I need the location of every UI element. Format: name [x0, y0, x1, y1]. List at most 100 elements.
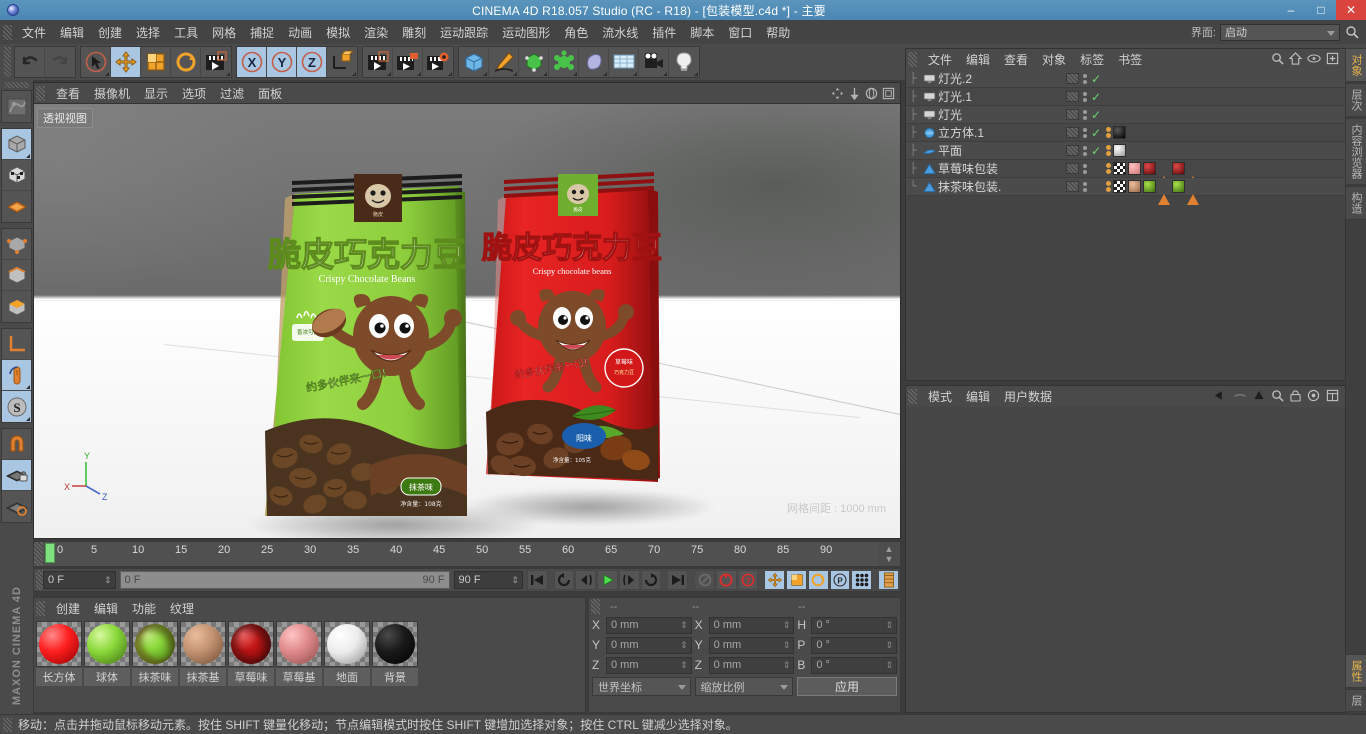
current-frame-field[interactable]: 0 F ⇕ [43, 571, 116, 589]
preview-range-bar[interactable]: 0 F 90 F [119, 571, 450, 589]
viewport-canvas[interactable]: 透视视图 脆皮 脆皮巧克力豆 Crispy Chocolate Beans 香浓… [34, 104, 900, 538]
object-visibility-dots[interactable]: ✓ [1066, 108, 1101, 122]
record-active-objects-button[interactable] [694, 570, 715, 590]
render-view-icon[interactable] [201, 47, 231, 77]
forward-arrow-icon[interactable] [1233, 390, 1247, 404]
new-tab-icon[interactable] [1326, 389, 1339, 405]
material-menu-create[interactable]: 创建 [49, 598, 87, 619]
stepper-icon[interactable]: ⇕ [783, 620, 791, 631]
render-active-view-icon[interactable] [363, 47, 393, 77]
play-backwards-button[interactable] [553, 570, 575, 590]
light-icon[interactable] [669, 47, 699, 77]
menu-item-snap[interactable]: 捕捉 [243, 21, 281, 44]
menu-item-tools[interactable]: 工具 [167, 21, 205, 44]
play-button[interactable] [597, 570, 618, 590]
stepper-icon[interactable]: ⇕ [885, 620, 893, 631]
object-manager-grip[interactable] [908, 52, 917, 67]
side-tab-attributes[interactable]: 属性 [1345, 654, 1366, 688]
minimize-button[interactable]: – [1276, 0, 1306, 20]
material-preview[interactable] [132, 621, 178, 667]
package-green[interactable]: 脆皮 脆皮巧克力豆 Crispy Chocolate Beans 香浓可口 约多… [259, 166, 474, 526]
material-item[interactable]: 草莓基 [276, 621, 322, 686]
size-mode-select[interactable]: 缩放比例 [694, 677, 793, 696]
menu-item-script[interactable]: 脚本 [683, 21, 721, 44]
scale-tool-icon[interactable] [141, 47, 171, 77]
object-visibility-dots[interactable]: ✓ [1066, 90, 1101, 104]
material-item[interactable]: 草莓味 [228, 621, 274, 686]
material-tag[interactable] [1143, 180, 1156, 193]
timeline-track[interactable]: 0 5 10 15 20 25 30 35 40 45 50 55 60 65 … [43, 542, 878, 566]
enabled-check-icon[interactable]: ✓ [1091, 108, 1101, 122]
object-row[interactable]: ├ 草莓味包装 [906, 160, 1345, 187]
keyframe-selection-button[interactable]: ? [737, 570, 759, 590]
axis-z-icon[interactable]: Z [297, 47, 327, 77]
axis-y-icon[interactable]: Y [267, 47, 297, 77]
render-to-picture-viewer-icon[interactable] [393, 47, 423, 77]
attributes-menu-user-data[interactable]: 用户数据 [997, 386, 1059, 407]
rotate-tool-icon[interactable] [171, 47, 201, 77]
attributes-manager-grip[interactable] [908, 389, 917, 404]
menu-item-mesh[interactable]: 网格 [205, 21, 243, 44]
eye-icon[interactable] [1307, 53, 1321, 67]
enable-snap-icon[interactable]: S [2, 391, 31, 422]
size-z-field[interactable]: 0 mm ⇕ [708, 656, 795, 674]
axis-modify-icon[interactable] [2, 329, 31, 360]
transport-grip[interactable] [36, 570, 44, 590]
record-position-button[interactable] [764, 570, 786, 590]
menu-item-motion-tracker[interactable]: 运动跟踪 [433, 21, 495, 44]
menu-item-render[interactable]: 渲染 [357, 21, 395, 44]
object-row[interactable]: ├ 立方体.1 ✓ [906, 124, 1345, 142]
object-row[interactable]: ├ 灯光 ✓ [906, 106, 1345, 124]
material-tag[interactable] [1172, 162, 1185, 175]
undo-icon[interactable] [15, 47, 45, 77]
object-row[interactable]: ├ 灯光.1 ✓ [906, 88, 1345, 106]
viewport-solo-icon[interactable] [2, 360, 31, 391]
material-preview[interactable] [372, 621, 418, 667]
material-tag[interactable] [1128, 162, 1141, 175]
viewport-grip[interactable] [36, 85, 45, 101]
stepper-icon[interactable]: ⇕ [885, 660, 893, 671]
world-object-coordinates-icon[interactable] [327, 47, 357, 77]
menu-item-create[interactable]: 创建 [91, 21, 129, 44]
record-scale-button[interactable] [786, 570, 807, 590]
status-bar-grip[interactable] [3, 717, 12, 732]
generator-icon[interactable] [519, 47, 549, 77]
texture-tag-icon[interactable] [1187, 179, 1199, 205]
attributes-menu-edit[interactable]: 编辑 [959, 386, 997, 407]
camera-icon[interactable] [639, 47, 669, 77]
side-tab-layers[interactable]: 层 [1345, 689, 1366, 712]
timeline-playhead[interactable] [45, 543, 55, 563]
next-frame-button[interactable] [618, 570, 640, 590]
object-visibility-dots[interactable]: ✓ [1066, 126, 1101, 140]
stepper-icon[interactable]: ⇕ [680, 640, 688, 651]
timeline-grip[interactable] [34, 542, 43, 566]
menu-item-file[interactable]: 文件 [15, 21, 53, 44]
enabled-check-icon[interactable]: ✓ [1091, 90, 1101, 104]
size-y-field[interactable]: 0 mm ⇕ [708, 636, 795, 654]
material-item[interactable]: 球体 [84, 621, 130, 686]
go-to-start-button[interactable] [526, 570, 548, 590]
viewport-menu-panel[interactable]: 面板 [251, 83, 289, 104]
menu-item-mograph[interactable]: 运动图形 [495, 21, 557, 44]
viewport-menu-display[interactable]: 显示 [137, 83, 175, 104]
material-preview[interactable] [180, 621, 226, 667]
up-level-icon[interactable] [1253, 390, 1265, 404]
workplane-lock-icon[interactable] [2, 460, 31, 491]
deformer-icon[interactable] [549, 47, 579, 77]
edges-mode-icon[interactable] [2, 260, 31, 291]
home-icon[interactable] [1288, 51, 1303, 68]
object-menu-edit[interactable]: 编辑 [959, 49, 997, 70]
polygons-mode-icon[interactable] [2, 291, 31, 322]
stepper-icon[interactable]: ⇕ [511, 575, 519, 586]
material-tag[interactable] [1113, 126, 1126, 139]
material-menu-function[interactable]: 功能 [125, 598, 163, 619]
rotation-p-field[interactable]: 0 ° ⇕ [811, 636, 898, 654]
object-menu-bookmarks[interactable]: 书签 [1111, 49, 1149, 70]
apply-button[interactable]: 应用 [797, 677, 897, 696]
go-to-end-button[interactable] [667, 570, 689, 590]
viewport-menu-options[interactable]: 选项 [175, 83, 213, 104]
search-icon[interactable] [1271, 52, 1284, 68]
object-visibility-dots[interactable] [1066, 163, 1087, 174]
dolly-view-icon[interactable] [847, 86, 861, 100]
menu-item-sculpt[interactable]: 雕刻 [395, 21, 433, 44]
